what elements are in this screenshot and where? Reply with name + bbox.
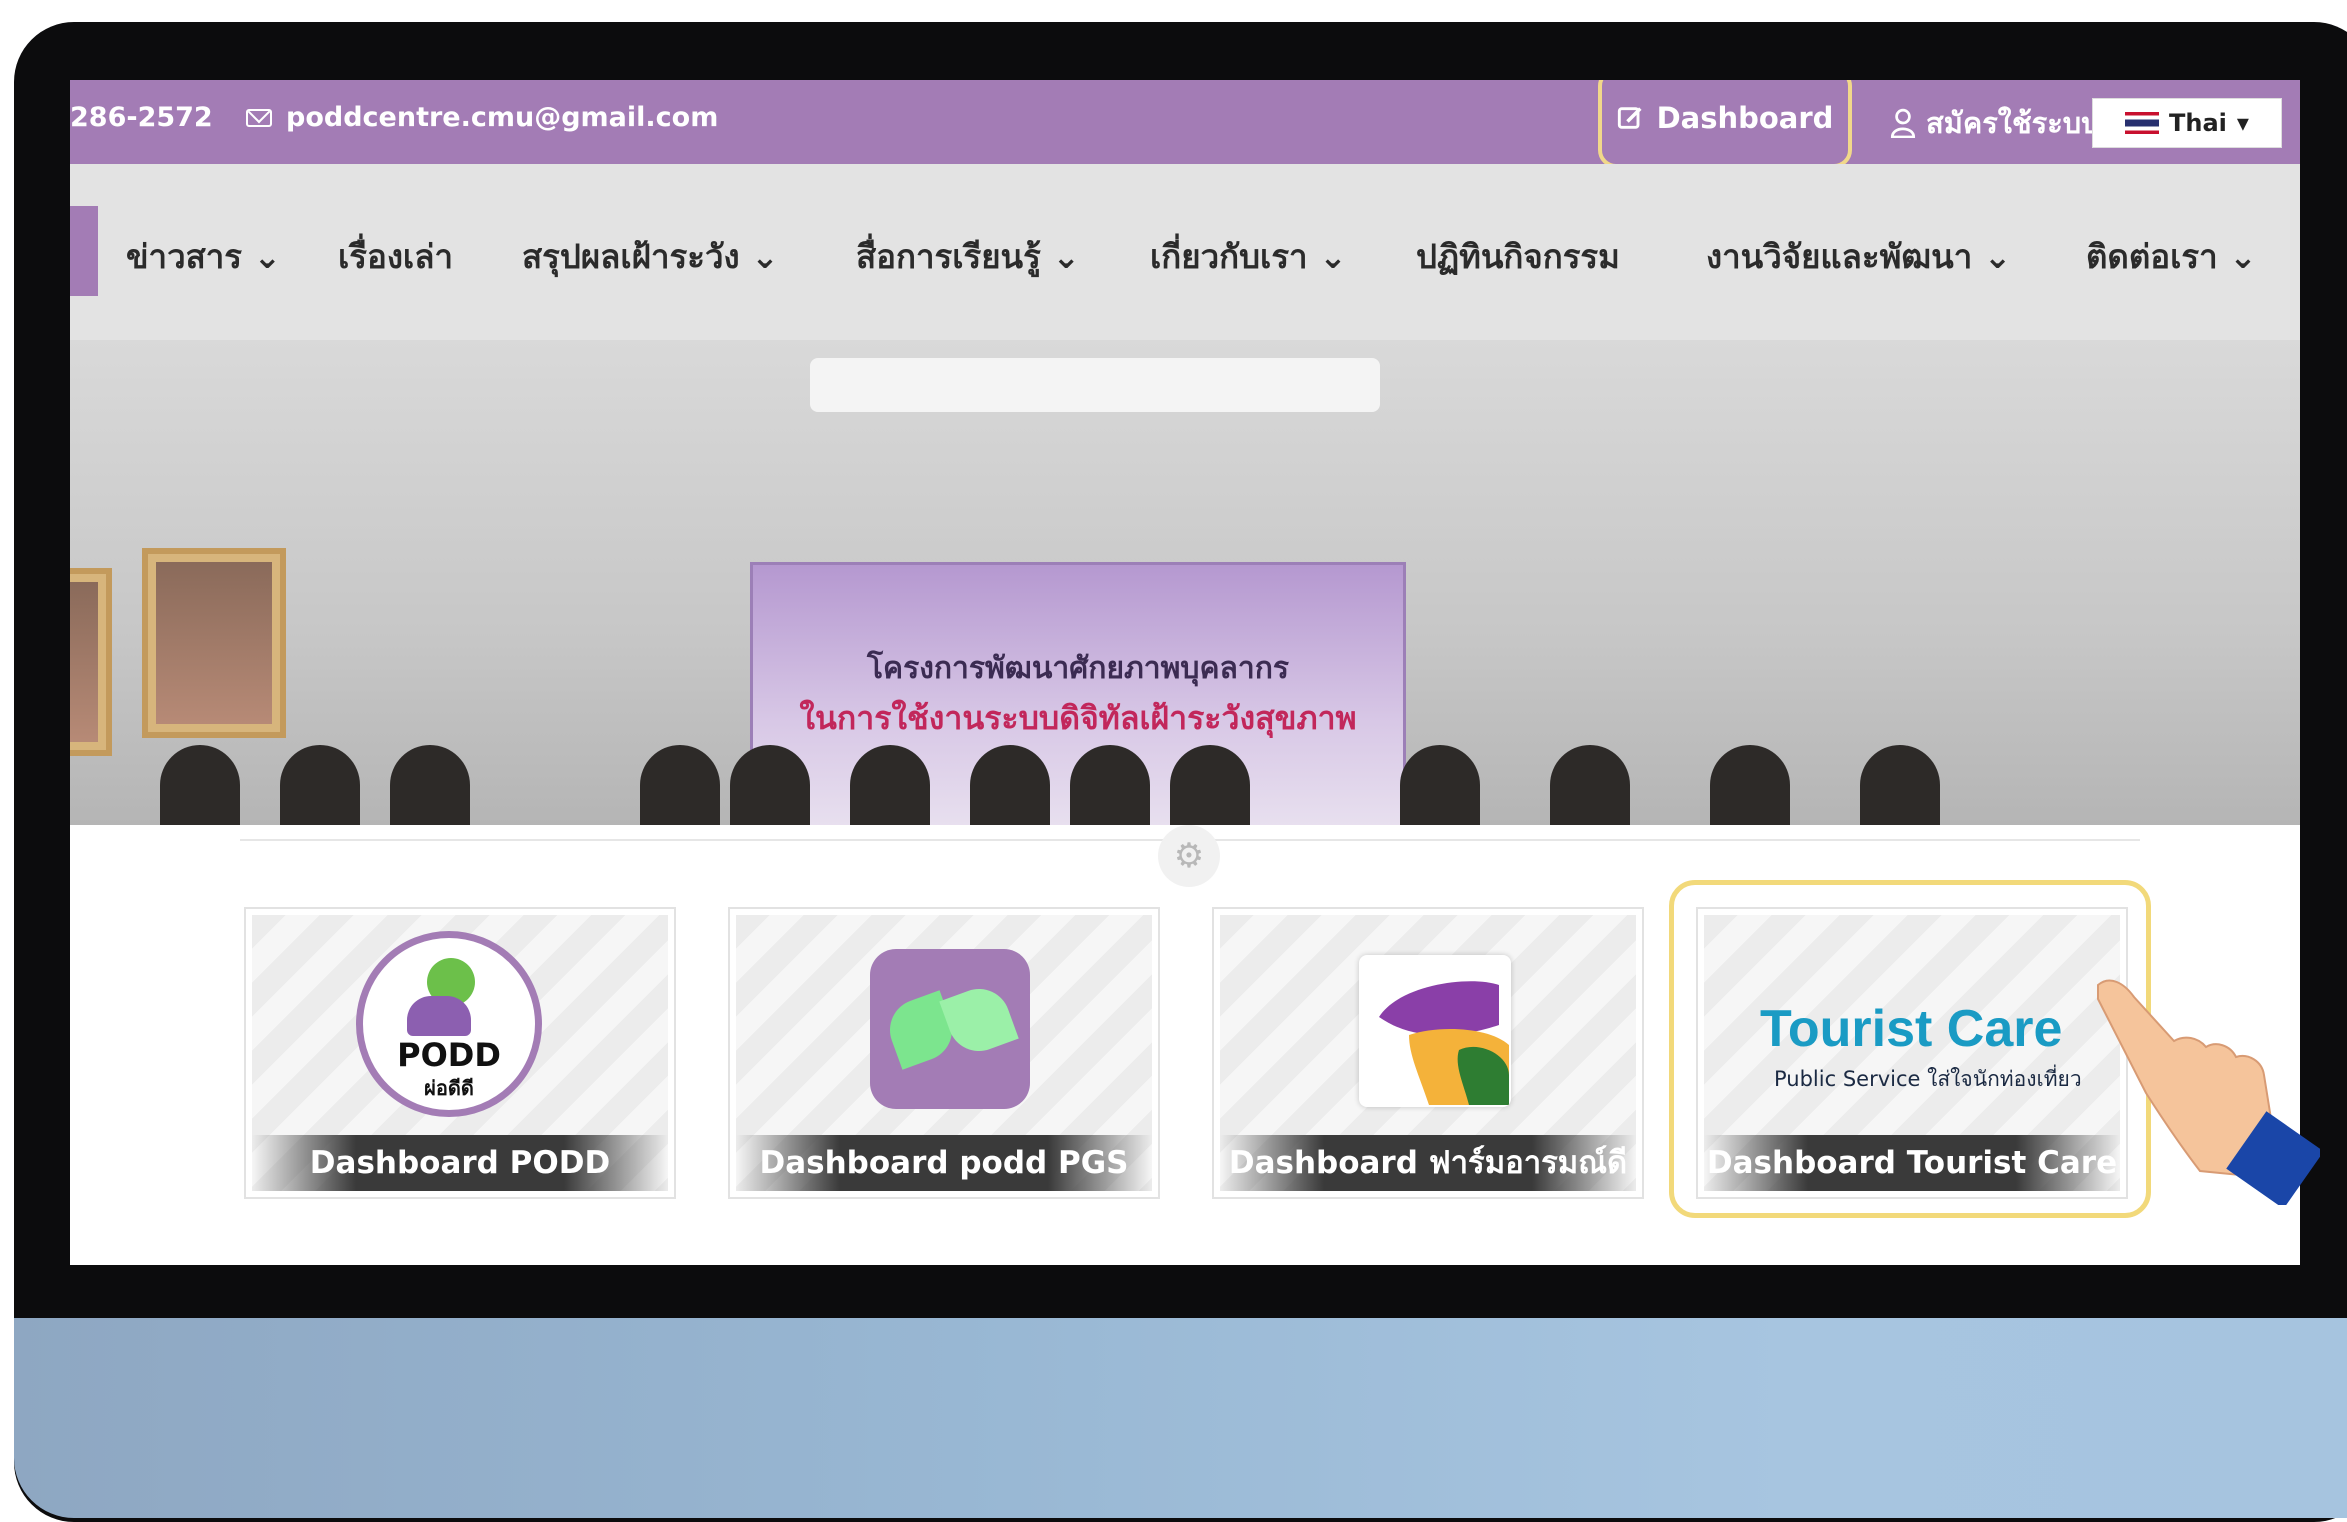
card-label: Dashboard ฟาร์มอารมณ์ดี: [1220, 1135, 1636, 1191]
card-label: Dashboard PODD: [252, 1135, 668, 1191]
picture-frame: [70, 568, 112, 756]
tourist-care-highlight: [1669, 880, 2151, 1218]
portrait-frame: [142, 548, 286, 738]
caret-down-icon: ▾: [2236, 109, 2249, 137]
nav-item-news[interactable]: ข่าวสาร ⌄: [126, 230, 281, 283]
chevron-down-icon: ⌄: [1319, 237, 1347, 276]
card-dashboard-podd-pgs[interactable]: Dashboard podd PGS: [728, 907, 1160, 1199]
email-link[interactable]: poddcentre.cmu@gmail.com: [246, 102, 718, 133]
device-base: [14, 1318, 2347, 1518]
ceiling-light: [810, 358, 1380, 412]
register-link[interactable]: สมัครใช้ระบบ: [1890, 100, 2100, 146]
podd-logo: PODD ผ่อดีดี: [356, 931, 542, 1117]
chevron-down-icon: ⌄: [1983, 237, 2012, 276]
dashboard-link[interactable]: Dashboard: [1598, 80, 1852, 168]
nav-item-learning[interactable]: สื่อการเรียนรู้ ⌄: [856, 230, 1080, 283]
banner-title: โครงการพัฒนาศักยภาพบุคลากร: [866, 651, 1290, 686]
dashboard-label: Dashboard: [1656, 101, 1834, 135]
gear-icon[interactable]: ⚙: [1158, 825, 1220, 887]
nav-item-surveillance[interactable]: สรุปผลเฝ้าระวัง ⌄: [522, 230, 779, 283]
language-select[interactable]: Thai ▾: [2092, 98, 2282, 148]
chevron-down-icon: ⌄: [253, 237, 282, 276]
card-dashboard-farm[interactable]: Dashboard ฟาร์มอารมณ์ดี: [1212, 907, 1644, 1199]
chevron-down-icon: ⌄: [751, 237, 779, 276]
thai-flag-icon: [2125, 112, 2160, 134]
nav-item-stories[interactable]: เรื่องเล่า: [338, 230, 453, 283]
nav-item-research[interactable]: งานวิจัยและพัฒนา ⌄: [1706, 230, 2011, 283]
phone-number: 286-2572: [70, 102, 213, 133]
nav-accent: [70, 206, 98, 296]
user-icon: [1890, 108, 1916, 138]
hand-pointer-icon: [2097, 979, 2320, 1205]
group-of-people: [70, 735, 2300, 825]
email-text: poddcentre.cmu@gmail.com: [286, 102, 719, 133]
mail-icon: [246, 108, 272, 127]
nav-item-calendar[interactable]: ปฏิทินกิจกรรม: [1416, 230, 1620, 283]
chevron-down-icon: ⌄: [1052, 237, 1080, 276]
card-dashboard-podd[interactable]: PODD ผ่อดีดี Dashboard PODD: [244, 907, 676, 1199]
card-label: Dashboard podd PGS: [736, 1135, 1152, 1191]
hero-photo: โครงการพัฒนาศักยภาพบุคลากร ในการใช้งานระ…: [70, 340, 2300, 825]
edit-icon: [1617, 107, 1642, 129]
farm-animals-logo: [1359, 955, 1511, 1107]
chevron-down-icon: ⌄: [2229, 237, 2257, 276]
language-label: Thai: [2169, 109, 2227, 137]
register-label: สมัครใช้ระบบ: [1926, 106, 2100, 140]
pgs-leaf-logo: [870, 949, 1030, 1109]
nav-item-about[interactable]: เกี่ยวกับเรา ⌄: [1150, 230, 1347, 283]
main-nav: ข่าวสาร ⌄ เรื่องเล่า สรุปผลเฝ้าระวัง ⌄ ส…: [70, 164, 2300, 340]
top-bar: 286-2572 poddcentre.cmu@gmail.com Dashbo…: [70, 80, 2300, 168]
nav-item-contact[interactable]: ติดต่อเรา ⌄: [2086, 230, 2257, 283]
